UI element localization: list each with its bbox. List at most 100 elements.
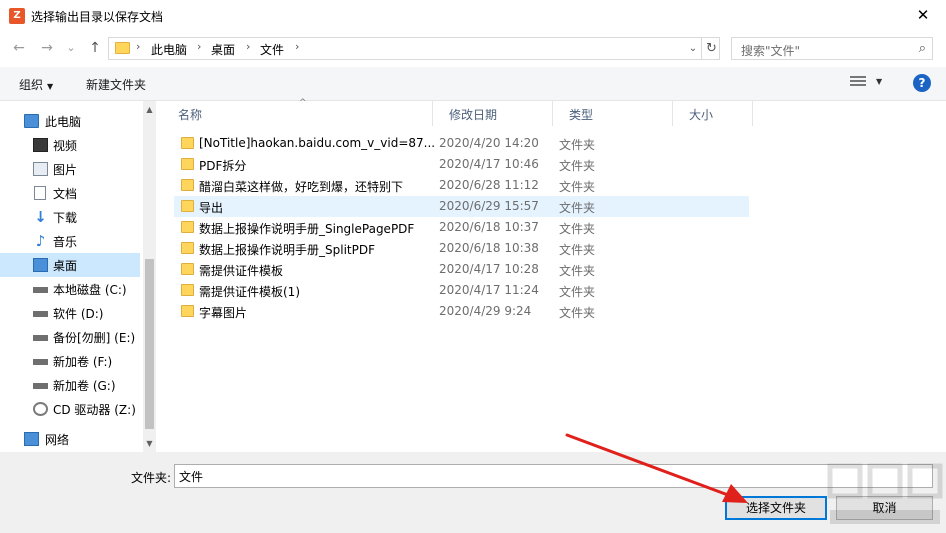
sidebar-item-label: 软件 (D:) bbox=[53, 307, 104, 321]
window-title: 选择输出目录以保存文档 bbox=[31, 10, 164, 24]
drive-icon bbox=[33, 287, 48, 293]
file-type: 文件夹 bbox=[559, 222, 596, 236]
list-item[interactable]: 醋溜白菜这样做，好吃到爆，还特别下 2020/6/28 11:12 文件夹 bbox=[174, 175, 749, 196]
file-type: 文件夹 bbox=[559, 306, 596, 320]
dialog-footer: 文件夹: 文件 选择文件夹 取消 bbox=[0, 452, 946, 533]
folder-field-label: 文件夹: bbox=[131, 471, 172, 485]
sidebar-item-label: 备份[勿删] (E:) bbox=[53, 331, 136, 345]
list-item[interactable]: 字幕图片 2020/4/29 9:24 文件夹 bbox=[174, 301, 749, 322]
sidebar-item-network[interactable]: 网络 bbox=[0, 427, 140, 451]
folder-icon bbox=[181, 284, 194, 296]
chevron-down-icon[interactable]: ⌄ bbox=[683, 40, 703, 58]
sidebar-item-label: CD 驱动器 (Z:) bbox=[53, 403, 136, 417]
sidebar-item-drive-e[interactable]: 备份[勿删] (E:) bbox=[0, 325, 140, 349]
list-item[interactable]: 需提供证件模板 2020/4/17 10:28 文件夹 bbox=[174, 259, 749, 280]
recent-locations-icon[interactable]: ⌄ bbox=[62, 39, 80, 57]
sidebar-item-desktop[interactable]: 桌面 bbox=[0, 253, 140, 277]
scroll-up-icon[interactable]: ▲ bbox=[143, 103, 156, 116]
list-item[interactable]: 数据上报操作说明手册_SinglePagePDF 2020/6/18 10:37… bbox=[174, 217, 749, 238]
file-type: 文件夹 bbox=[559, 159, 596, 173]
file-type: 文件夹 bbox=[559, 264, 596, 278]
sidebar-item-drive-c[interactable]: 本地磁盘 (C:) bbox=[0, 277, 140, 301]
view-details-icon[interactable] bbox=[850, 76, 866, 90]
sidebar-item-this-pc[interactable]: 此电脑 bbox=[0, 109, 140, 133]
file-name: 需提供证件模板(1) bbox=[199, 285, 300, 299]
refresh-icon[interactable]: ↻ bbox=[701, 38, 721, 59]
sidebar-scrollbar[interactable]: ▲ ▼ bbox=[143, 101, 156, 452]
sidebar-item-label: 图片 bbox=[53, 163, 78, 177]
up-arrow-icon[interactable]: ↑ bbox=[86, 39, 104, 57]
video-icon bbox=[33, 138, 48, 152]
column-header-name[interactable]: 名称 ^ bbox=[162, 98, 433, 126]
sidebar-item-label: 此电脑 bbox=[45, 115, 82, 129]
file-type: 文件夹 bbox=[559, 180, 596, 194]
sidebar-item-label: 桌面 bbox=[53, 259, 78, 273]
sidebar-item-downloads[interactable]: ↓ 下载 bbox=[0, 205, 140, 229]
back-arrow-icon[interactable]: ← bbox=[10, 39, 28, 57]
caret-down-icon[interactable]: ▼ bbox=[876, 77, 882, 86]
file-name: 需提供证件模板 bbox=[199, 264, 284, 278]
close-button[interactable]: ✕ bbox=[900, 0, 946, 31]
breadcrumb-separator: › bbox=[246, 40, 251, 53]
caret-down-icon: ▼ bbox=[47, 82, 54, 91]
select-folder-button[interactable]: 选择文件夹 bbox=[725, 496, 827, 520]
list-item[interactable]: 数据上报操作说明手册_SplitPDF 2020/6/18 10:38 文件夹 bbox=[174, 238, 749, 259]
scroll-down-icon[interactable]: ▼ bbox=[143, 437, 156, 450]
file-name: PDF拆分 bbox=[199, 159, 247, 173]
breadcrumb-desktop[interactable]: 桌面 bbox=[211, 41, 235, 58]
address-row: ← → ⌄ ↑ › 此电脑 › 桌面 › 文件 › ⌄ ↻ 搜索"文件" ⌕ bbox=[0, 33, 946, 63]
documents-icon bbox=[34, 186, 46, 200]
sidebar-item-drive-g[interactable]: 新加卷 (G:) bbox=[0, 373, 140, 397]
folder-icon bbox=[181, 221, 194, 233]
organize-menu[interactable]: 组织 ▼ bbox=[19, 76, 53, 93]
sidebar-item-drive-f[interactable]: 新加卷 (F:) bbox=[0, 349, 140, 373]
search-icon: ⌕ bbox=[918, 41, 926, 56]
cancel-button[interactable]: 取消 bbox=[836, 496, 933, 520]
drive-icon bbox=[33, 359, 48, 365]
folder-icon bbox=[181, 179, 194, 191]
file-type: 文件夹 bbox=[559, 243, 596, 257]
file-modified: 2020/6/28 11:12 bbox=[439, 178, 539, 192]
sidebar-item-label: 文档 bbox=[53, 187, 78, 201]
breadcrumb-separator: › bbox=[197, 40, 202, 53]
scrollbar-thumb[interactable] bbox=[145, 259, 154, 429]
sidebar-item-drive-z[interactable]: CD 驱动器 (Z:) bbox=[0, 397, 140, 421]
drive-icon bbox=[33, 335, 48, 341]
sidebar-item-label: 新加卷 (F:) bbox=[53, 355, 113, 369]
breadcrumb-this-pc[interactable]: 此电脑 bbox=[151, 41, 187, 58]
sidebar-item-videos[interactable]: 视频 bbox=[0, 133, 140, 157]
sidebar-item-music[interactable]: ♪ 音乐 bbox=[0, 229, 140, 253]
column-header-label: 名称 bbox=[178, 108, 203, 122]
file-name: 数据上报操作说明手册_SplitPDF bbox=[199, 243, 375, 257]
file-list: 名称 ^ 修改日期 类型 大小 [NoTitle]haokan.baidu.co… bbox=[162, 98, 946, 452]
list-item[interactable]: 导出 2020/6/29 15:57 文件夹 bbox=[174, 196, 749, 217]
list-item[interactable]: PDF拆分 2020/4/17 10:46 文件夹 bbox=[174, 154, 749, 175]
column-header-type[interactable]: 类型 bbox=[553, 101, 673, 126]
sidebar-item-label: 音乐 bbox=[53, 235, 78, 249]
new-folder-button[interactable]: 新建文件夹 bbox=[86, 76, 146, 93]
organize-label: 组织 bbox=[19, 78, 44, 92]
network-icon bbox=[24, 432, 39, 446]
forward-arrow-icon[interactable]: → bbox=[38, 39, 56, 57]
column-header-modified[interactable]: 修改日期 bbox=[433, 101, 553, 126]
file-type: 文件夹 bbox=[559, 285, 596, 299]
breadcrumb-files[interactable]: 文件 bbox=[260, 41, 284, 58]
file-name: [NoTitle]haokan.baidu.com_v_vid=87... bbox=[199, 136, 436, 150]
column-header-size[interactable]: 大小 bbox=[673, 101, 753, 126]
drive-icon bbox=[33, 311, 48, 317]
sidebar-item-pictures[interactable]: 图片 bbox=[0, 157, 140, 181]
list-item[interactable]: 需提供证件模板(1) 2020/4/17 11:24 文件夹 bbox=[174, 280, 749, 301]
folder-icon bbox=[181, 158, 194, 170]
file-modified: 2020/4/17 10:46 bbox=[439, 157, 539, 171]
sidebar-item-label: 本地磁盘 (C:) bbox=[53, 283, 127, 297]
title-bar: Z 选择输出目录以保存文档 ✕ bbox=[0, 0, 946, 31]
sidebar-item-documents[interactable]: 文档 bbox=[0, 181, 140, 205]
search-input[interactable]: 搜索"文件" ⌕ bbox=[731, 37, 933, 60]
folder-icon bbox=[181, 263, 194, 275]
help-icon[interactable]: ? bbox=[913, 74, 931, 92]
folder-name-input[interactable]: 文件 bbox=[174, 464, 933, 488]
sidebar-item-drive-d[interactable]: 软件 (D:) bbox=[0, 301, 140, 325]
sidebar-item-label: 网络 bbox=[45, 433, 70, 447]
list-item[interactable]: [NoTitle]haokan.baidu.com_v_vid=87... 20… bbox=[174, 133, 749, 154]
address-bar[interactable]: › 此电脑 › 桌面 › 文件 › ⌄ ↻ bbox=[108, 37, 720, 60]
